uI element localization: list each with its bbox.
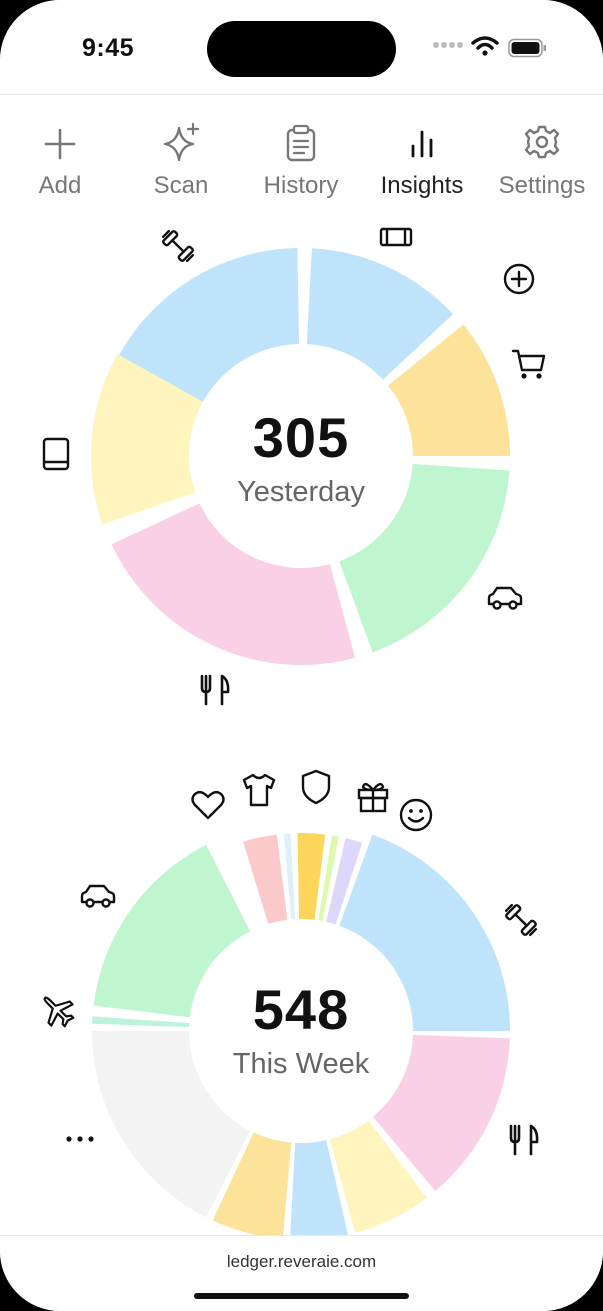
car-icon: [80, 884, 116, 908]
phone-screen: 9:45 Add Scan History Insights Settings …: [0, 0, 603, 1311]
dumbbell-icon: [161, 229, 195, 263]
heart-icon: [191, 790, 225, 820]
fork-knife-icon: [200, 674, 230, 706]
fork-knife-icon: [509, 1124, 539, 1156]
week-segment-health[interactable]: [243, 834, 288, 924]
gift-icon: [357, 782, 389, 813]
week-donut-chart: [92, 833, 510, 1240]
plus-circle-icon: [503, 263, 535, 295]
week-label: This Week: [232, 1048, 370, 1080]
url-label[interactable]: ledger.reveraie.com: [0, 1252, 603, 1272]
shirt-icon: [242, 773, 276, 807]
shield-icon: [301, 769, 331, 805]
browser-footer: ledger.reveraie.com: [0, 1235, 603, 1311]
book-icon: [42, 437, 70, 471]
car-icon: [487, 586, 523, 610]
ellipsis-icon: [66, 1136, 94, 1142]
dumbbell-icon: [504, 903, 538, 937]
week-total: 548: [252, 978, 350, 1041]
smiley-icon: [399, 798, 433, 832]
week-segment-travel[interactable]: [92, 1016, 190, 1028]
film-icon: [379, 227, 413, 247]
cart-icon: [511, 349, 546, 379]
airplane-icon: [43, 996, 75, 1028]
home-indicator[interactable]: [194, 1293, 409, 1299]
